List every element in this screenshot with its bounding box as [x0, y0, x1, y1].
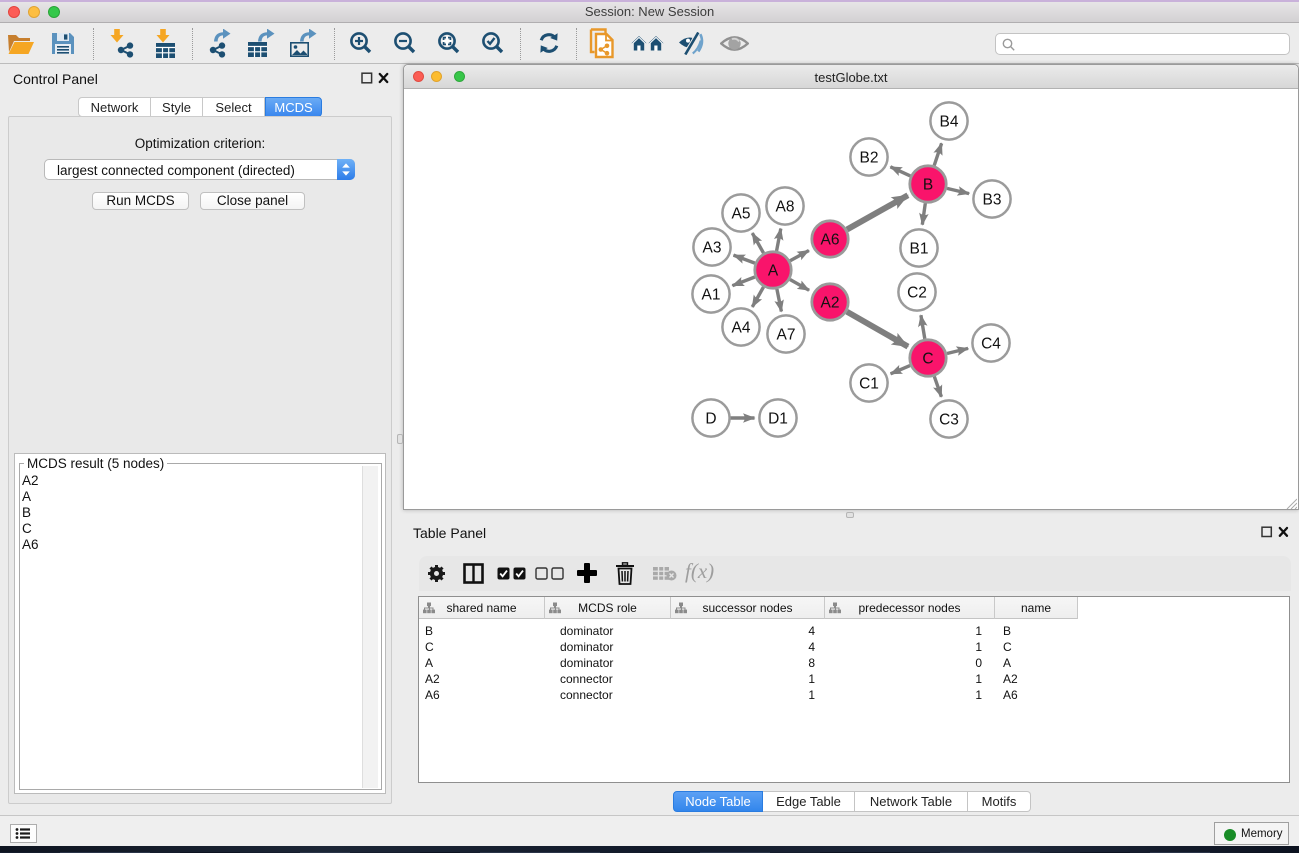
svg-text:B1: B1 — [910, 241, 929, 258]
svg-text:B2: B2 — [860, 150, 879, 167]
svg-text:B4: B4 — [940, 114, 959, 131]
svg-text:D1: D1 — [768, 411, 788, 428]
svg-text:A2: A2 — [821, 295, 840, 312]
svg-text:C: C — [922, 351, 933, 368]
svg-text:C2: C2 — [907, 285, 927, 302]
svg-text:A8: A8 — [776, 199, 795, 216]
svg-text:A1: A1 — [702, 287, 721, 304]
svg-text:A4: A4 — [732, 320, 751, 337]
svg-text:D: D — [705, 411, 716, 428]
svg-text:A5: A5 — [732, 206, 751, 223]
svg-text:A3: A3 — [703, 240, 722, 257]
svg-text:C1: C1 — [859, 376, 879, 393]
svg-text:A6: A6 — [821, 232, 840, 249]
svg-text:B3: B3 — [983, 192, 1002, 209]
svg-text:B: B — [923, 177, 933, 194]
svg-text:A: A — [768, 263, 779, 280]
svg-text:C4: C4 — [981, 336, 1001, 353]
svg-text:C3: C3 — [939, 412, 959, 429]
svg-text:A7: A7 — [777, 327, 796, 344]
